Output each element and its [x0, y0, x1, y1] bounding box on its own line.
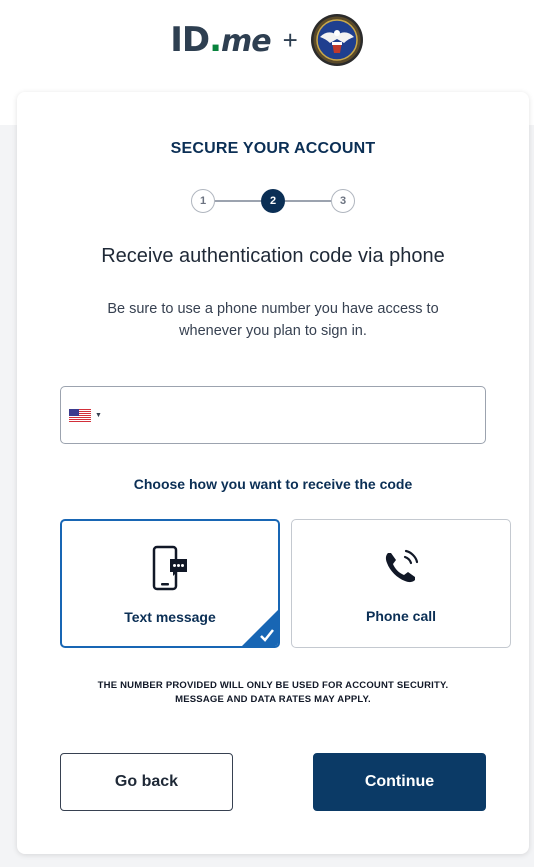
- country-selector[interactable]: ▼: [69, 387, 102, 443]
- idme-logo: ID. me: [170, 20, 271, 60]
- secure-account-card: SECURE YOUR ACCOUNT 1 2 3 Receive authen…: [17, 92, 529, 854]
- phone-input-group: ▼: [60, 386, 486, 444]
- chevron-down-icon: ▼: [95, 411, 102, 419]
- phone-message-icon: [152, 545, 187, 591]
- instruction-text: Be sure to use a phone number you have a…: [107, 301, 439, 339]
- text-message-label: Text message: [124, 609, 216, 625]
- header: ID. me +: [0, 0, 534, 80]
- phone-call-option[interactable]: Phone call: [291, 519, 511, 648]
- step-connector: [215, 200, 261, 202]
- text-message-option[interactable]: Text message: [60, 519, 280, 648]
- card-title: SECURE YOUR ACCOUNT: [170, 140, 376, 157]
- step-1: 1: [191, 189, 215, 213]
- progress-stepper: 1 2 3: [191, 189, 355, 213]
- choose-method-label: Choose how you want to receive the code: [133, 476, 413, 492]
- step-2: 2: [261, 189, 285, 213]
- phone-number-input[interactable]: [101, 387, 485, 443]
- phone-call-label: Phone call: [365, 608, 437, 624]
- step-3: 3: [331, 189, 355, 213]
- plus-sign: +: [282, 24, 298, 55]
- checkmark-icon: [242, 610, 278, 646]
- go-back-button[interactable]: Go back: [60, 753, 233, 811]
- disclaimer-text: THE NUMBER PROVIDED WILL ONLY BE USED FO…: [97, 680, 449, 705]
- step-connector: [285, 200, 331, 202]
- phone-call-icon: [385, 549, 419, 583]
- continue-button[interactable]: Continue: [313, 753, 486, 811]
- us-flag-icon: [69, 408, 91, 422]
- page-heading: Receive authentication code via phone: [101, 245, 445, 267]
- va-seal-icon: [310, 14, 363, 66]
